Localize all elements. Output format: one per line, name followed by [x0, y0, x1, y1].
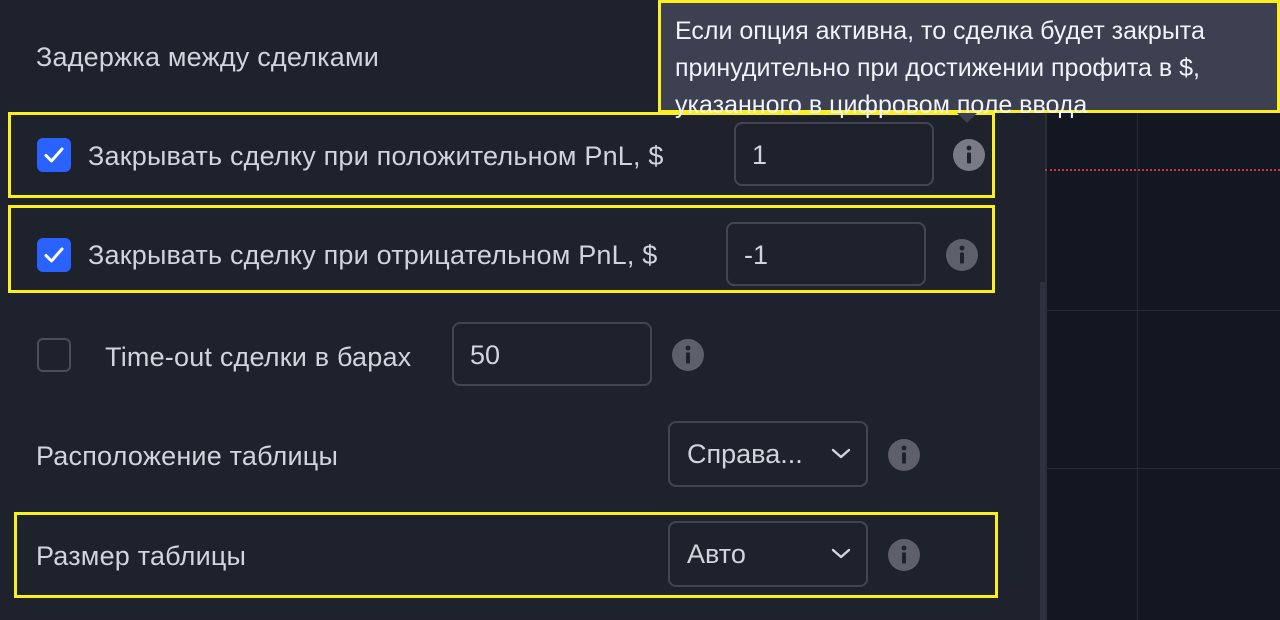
highlight-table-size — [14, 512, 998, 598]
chart-gridline-horizontal — [1045, 310, 1280, 311]
tooltip-arrow — [957, 113, 977, 123]
chart-divider — [1045, 110, 1047, 620]
table-position-label: Расположение таблицы — [36, 441, 339, 471]
timeout-input[interactable]: 50 — [452, 322, 652, 386]
highlight-negative-pnl — [8, 205, 995, 293]
timeout-checkbox[interactable] — [37, 338, 71, 372]
chevron-down-icon — [831, 448, 851, 459]
table-position-value: Справа... — [687, 439, 803, 469]
info-icon[interactable] — [672, 339, 704, 371]
chart-price-line — [1045, 169, 1280, 171]
table-position-select[interactable]: Справа... — [668, 421, 868, 487]
chart-gridline-horizontal — [1045, 468, 1280, 469]
info-icon[interactable] — [888, 439, 920, 471]
screen: Задержка между сделками Закрывать сделку… — [0, 0, 1280, 620]
delay-label: Задержка между сделками — [36, 42, 379, 72]
tooltip-text: Если опция активна, то сделка будет закр… — [675, 17, 1205, 119]
timeout-label: Time-out сделки в барах — [105, 342, 412, 372]
highlight-positive-pnl — [8, 112, 995, 198]
info-tooltip: Если опция активна, то сделка будет закр… — [658, 0, 1280, 119]
chart-gridline-vertical — [1137, 110, 1138, 620]
